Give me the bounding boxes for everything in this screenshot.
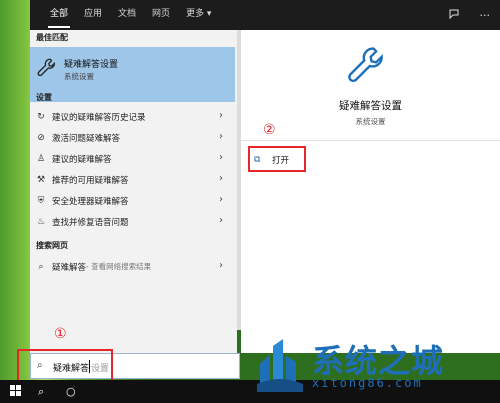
check-circle-icon: ⊘ xyxy=(37,132,45,143)
web-search-result[interactable]: ⌕ 疑难解答 - 查看网络搜索结果 › xyxy=(30,256,237,277)
results-pane: 最佳匹配 疑难解答设置 系统设置 设置 ↻ 建议的疑难解答历史记录 › ⊘ 激活… xyxy=(30,30,237,353)
settings-heading: 设置 xyxy=(36,93,52,102)
web-query: 疑难解答 xyxy=(52,262,87,273)
detail-pane: 疑难解答设置 系统设置 ② ⧉ 打开 xyxy=(241,30,500,353)
person-icon: ♙ xyxy=(36,153,46,164)
cortana-icon[interactable]: ○ xyxy=(66,385,76,398)
highlight-box-open xyxy=(248,146,306,172)
list-item-label: 建议的疑难解答 xyxy=(52,154,112,165)
list-item-label: 建议的疑难解答历史记录 xyxy=(52,112,146,123)
chevron-right-icon: › xyxy=(219,110,223,121)
wrench-icon xyxy=(37,58,55,77)
top-actions: ··· xyxy=(448,0,491,30)
wrench-icon: ⚒ xyxy=(36,174,46,185)
list-item[interactable]: ⚒ 推荐的可用疑难解答 › xyxy=(30,169,237,190)
list-item[interactable]: ↻ 建议的疑难解答历史记录 › xyxy=(30,106,237,127)
list-item-label: 推荐的可用疑难解答 xyxy=(52,175,129,186)
tab-apps[interactable]: 应用 xyxy=(76,0,110,30)
best-match-result[interactable]: 疑难解答设置 系统设置 xyxy=(30,47,235,102)
search-icon: ⌕ xyxy=(38,261,44,272)
detail-divider xyxy=(241,140,500,141)
list-item[interactable]: ⛨ 安全处理器疑难解答 › xyxy=(30,190,237,211)
chevron-right-icon: › xyxy=(219,173,223,184)
best-match-title: 疑难解答设置 xyxy=(64,60,119,70)
list-item-label: 查找并修复语音问题 xyxy=(52,217,129,228)
list-item-label: 安全处理器疑难解答 xyxy=(52,196,129,207)
web-hint: - 查看网络搜索结果 xyxy=(86,262,152,271)
watermark-url: xitong86.com xyxy=(312,376,423,390)
search-icon[interactable]: ⌕ xyxy=(38,385,44,399)
web-list: ⌕ 疑难解答 - 查看网络搜索结果 › xyxy=(30,256,237,277)
web-search-heading: 搜索网页 xyxy=(36,241,68,250)
tab-documents[interactable]: 文档 xyxy=(110,0,144,30)
step-1-marker: ① xyxy=(54,326,67,342)
search-scope-bar: 全部 应用 文档 网页 更多 ▾ ··· xyxy=(30,0,500,30)
chevron-right-icon: › xyxy=(219,215,223,226)
feedback-icon[interactable] xyxy=(448,8,460,23)
best-match-heading: 最佳匹配 xyxy=(36,33,68,42)
settings-list: ↻ 建议的疑难解答历史记录 › ⊘ 激活问题疑难解答 › ♙ 建议的疑难解答 ›… xyxy=(30,106,237,232)
history-icon: ↻ xyxy=(37,111,45,122)
chevron-right-icon: › xyxy=(219,194,223,205)
windows-start-icon[interactable] xyxy=(10,385,21,399)
shield-icon: ⛨ xyxy=(37,195,45,206)
watermark-logo xyxy=(257,339,303,392)
detail-title: 疑难解答设置 xyxy=(339,100,402,112)
detail-subtitle: 系统设置 xyxy=(355,117,386,126)
tab-all[interactable]: 全部 xyxy=(42,0,76,30)
list-item-label: 激活问题疑难解答 xyxy=(52,133,121,144)
chevron-right-icon: › xyxy=(219,260,223,271)
highlight-box-search xyxy=(17,349,113,382)
taskbar: ⌕ ○ xyxy=(0,380,500,403)
list-item[interactable]: ⊘ 激活问题疑难解答 › xyxy=(30,127,237,148)
more-options-icon[interactable]: ··· xyxy=(480,9,491,22)
wrench-icon xyxy=(348,47,383,83)
tab-more[interactable]: 更多 ▾ xyxy=(178,0,219,30)
list-item[interactable]: ♨ 查找并修复语音问题 › xyxy=(30,211,237,232)
list-item[interactable]: ♙ 建议的疑难解答 › xyxy=(30,148,237,169)
tab-web[interactable]: 网页 xyxy=(144,0,178,30)
chevron-right-icon: › xyxy=(219,131,223,142)
chevron-right-icon: › xyxy=(219,152,223,163)
microphone-icon: ♨ xyxy=(36,216,46,227)
step-2-marker: ② xyxy=(263,122,276,138)
best-match-subtitle: 系统设置 xyxy=(64,72,94,81)
scope-tabs: 全部 应用 文档 网页 更多 ▾ xyxy=(42,0,219,30)
